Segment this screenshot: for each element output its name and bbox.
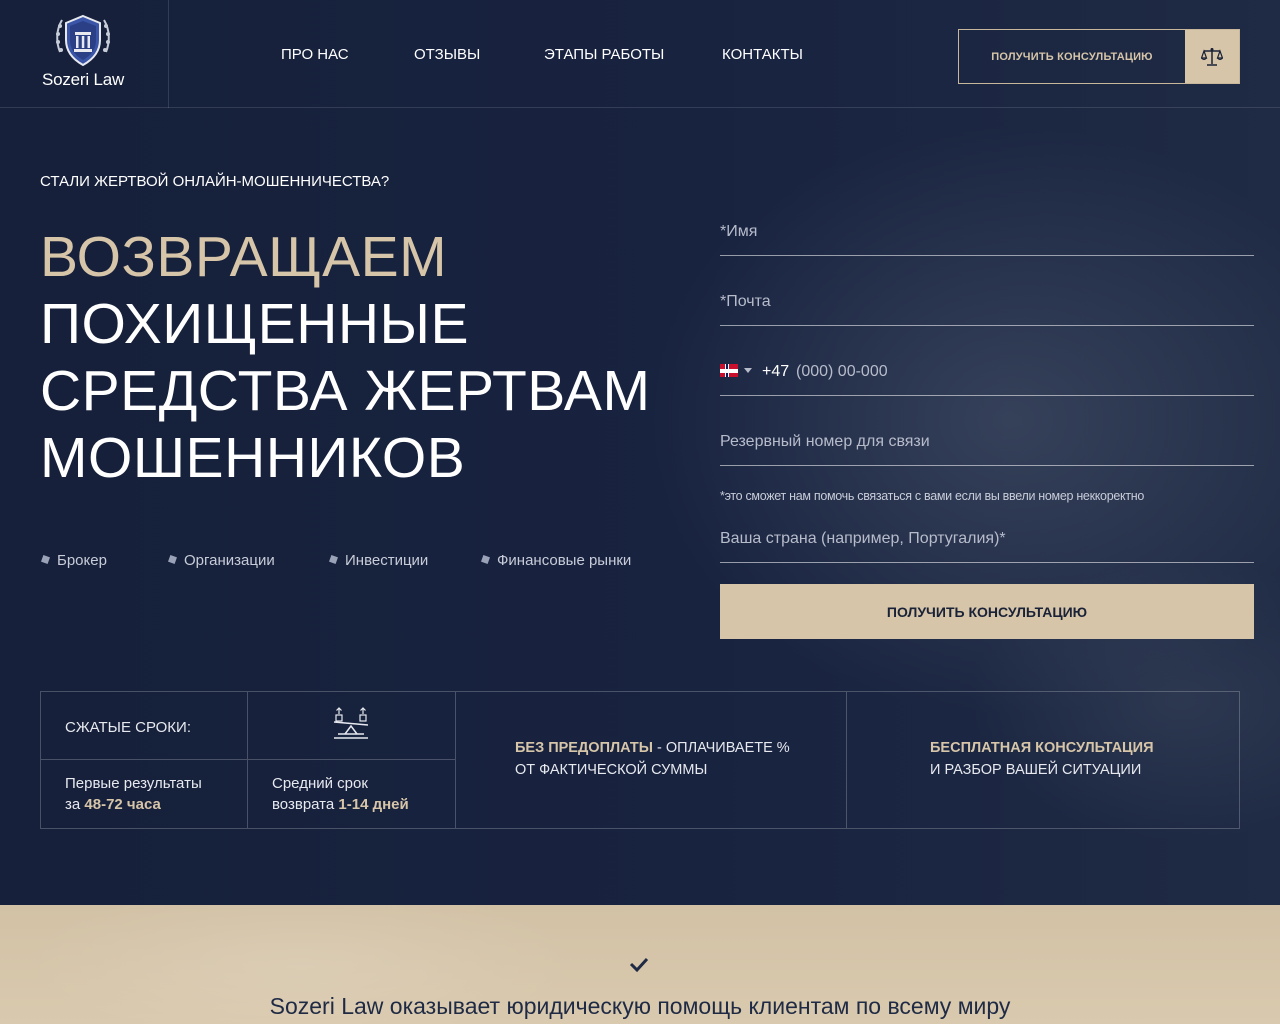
avg-return-cell: Средний срок возврата 1-14 дней	[248, 760, 456, 828]
free-consult-text: БЕСПЛАТНАЯ КОНСУЛЬТАЦИЯ И РАЗБОР ВАШЕЙ С…	[930, 740, 1154, 778]
phone-prefix: +47	[762, 363, 790, 380]
tag-item: Инвестиции	[329, 552, 428, 569]
name-input[interactable]	[720, 223, 1254, 241]
first-results-cell: Первые результаты за 48-72 часа	[41, 760, 248, 828]
site-header: Sozeri Law ПРО НАС ОТЗЫВЫ ЭТАПЫ РАБОТЫ К…	[0, 0, 1280, 108]
reserve-phone-wrap	[720, 410, 1254, 466]
header-consult-label: ПОЛУЧИТЬ КОНСУЛЬТАЦИЮ	[991, 50, 1153, 63]
norway-flag-icon[interactable]	[720, 364, 738, 377]
avg-return-text: Средний срок возврата 1-14 дней	[272, 775, 409, 813]
no-prepay-text: БЕЗ ПРЕДОПЛАТЫ - ОПЛАЧИВАЕТЕ % ОТ ФАКТИЧ…	[515, 740, 790, 778]
worldwide-band: Sozeri Law оказывает юридическую помощь …	[0, 905, 1280, 1024]
nav-stages[interactable]: ЭТАПЫ РАБОТЫ	[544, 46, 664, 63]
tag-item: Брокер	[41, 552, 107, 569]
bullet-icon	[329, 555, 338, 564]
bullet-icon	[41, 555, 50, 564]
headline-line-2: ПОХИЩЕННЫЕ	[40, 292, 469, 356]
bullet-icon	[481, 555, 490, 564]
form-note: *это сможет нам помочь связаться с вами …	[720, 489, 1145, 503]
submit-consult-button[interactable]: ПОЛУЧИТЬ КОНСУЛЬТАЦИЮ	[720, 584, 1254, 639]
phone-field-wrap: +47	[720, 340, 1254, 396]
first-results-text: Первые результаты за 48-72 часа	[65, 775, 202, 813]
name-field-wrap	[720, 200, 1254, 256]
free-consult-cell: БЕСПЛАТНАЯ КОНСУЛЬТАЦИЯ И РАЗБОР ВАШЕЙ С…	[847, 692, 1239, 828]
scales-icon	[1185, 30, 1239, 83]
nav-about[interactable]: ПРО НАС	[281, 46, 349, 63]
balance-scale-icon	[333, 707, 369, 739]
headline-line-4: МОШЕННИКОВ	[40, 426, 466, 490]
hero-eyebrow: СТАЛИ ЖЕРТВОЙ ОНЛАЙН-МОШЕННИЧЕСТВА?	[40, 173, 390, 190]
worldwide-text: Sozeri Law оказывает юридическую помощь …	[269, 993, 1011, 1019]
tag-item: Финансовые рынки	[481, 552, 631, 569]
scale-icon-cell	[248, 692, 456, 760]
deadline-cell: СЖАТЫЕ СРОКИ:	[41, 692, 248, 760]
email-field-wrap	[720, 270, 1254, 326]
phone-input[interactable]	[796, 363, 1236, 381]
checkmark-icon	[629, 957, 649, 973]
headline-line-3: СРЕДСТВА ЖЕРТВАМ	[40, 359, 651, 423]
chevron-down-icon[interactable]	[744, 368, 752, 373]
logo[interactable]: Sozeri Law	[0, 0, 169, 108]
bullet-icon	[168, 555, 177, 564]
tag-item: Организации	[168, 552, 275, 569]
logo-emblem-icon	[56, 14, 110, 67]
features-grid: СЖАТЫЕ СРОКИ: Первые результаты за 48-72…	[40, 691, 1240, 829]
reserve-phone-input[interactable]	[720, 433, 1254, 451]
logo-text: Sozeri Law	[41, 70, 125, 89]
no-prepay-cell: БЕЗ ПРЕДОПЛАТЫ - ОПЛАЧИВАЕТЕ % ОТ ФАКТИЧ…	[456, 692, 847, 828]
header-consult-button[interactable]: ПОЛУЧИТЬ КОНСУЛЬТАЦИЮ	[958, 29, 1240, 84]
hero-headline: ВОЗВРАЩАЕМ ПОХИЩЕННЫЕ СРЕДСТВА ЖЕРТВАМ М…	[40, 224, 700, 492]
headline-accent: ВОЗВРАЩАЕМ	[40, 225, 448, 289]
nav-contacts[interactable]: КОНТАКТЫ	[722, 46, 803, 63]
deadline-label: СЖАТЫЕ СРОКИ:	[65, 719, 191, 736]
country-field-wrap	[720, 507, 1254, 563]
country-input[interactable]	[720, 530, 1254, 548]
nav-reviews[interactable]: ОТЗЫВЫ	[414, 46, 480, 63]
email-input[interactable]	[720, 293, 1254, 311]
